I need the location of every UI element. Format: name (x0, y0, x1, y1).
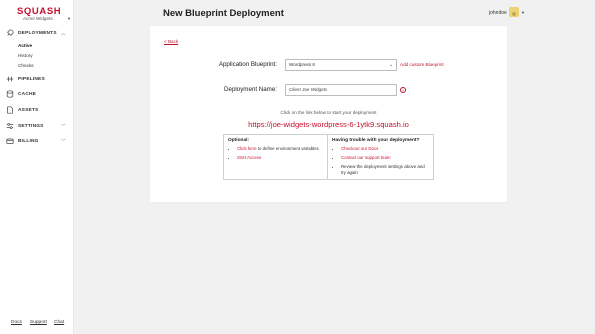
trouble-section: Having trouble with your deployment? Che… (328, 135, 433, 179)
blueprint-label: Application Blueprint: (218, 61, 277, 68)
support-team-link[interactable]: Contact our support team (341, 155, 391, 160)
sidebar-item-pipelines[interactable]: PIPELINES (6, 74, 70, 84)
list-item: Checkout our Docs (341, 146, 429, 152)
docs-link[interactable]: Checkout our Docs (341, 146, 378, 151)
sidebar-item-label: SETTINGS (18, 123, 44, 129)
deployment-card: < Back Application Blueprint: Wordpress … (150, 26, 507, 202)
avatar[interactable] (509, 7, 519, 17)
chevron-up-icon: ︿ (60, 30, 66, 37)
rocket-icon (7, 29, 14, 36)
sliders-icon (6, 123, 14, 129)
list-item: SSH Access (237, 155, 323, 161)
org-selector[interactable]: Acme Widgets (23, 16, 71, 21)
file-icon (7, 106, 13, 114)
caret-down-icon[interactable]: ▼ (67, 16, 71, 21)
env-vars-link[interactable]: Click here (237, 146, 257, 151)
sidebar-item-deployments[interactable]: DEPLOYMENTS ︿ (6, 28, 70, 38)
page-title: New Blueprint Deployment (163, 8, 284, 19)
blueprint-select[interactable]: Wordpress 6 ⌄ (285, 59, 397, 71)
username[interactable]: johndoe (489, 10, 507, 16)
deployment-hint: Click on the link below to start your de… (280, 110, 377, 115)
ssh-access-link[interactable]: SSH Access (237, 155, 261, 160)
credit-card-icon (6, 138, 14, 144)
sidebar-item-label: PIPELINES (18, 76, 45, 82)
optional-section: Optional: Click here to define environme… (224, 135, 328, 179)
sidebar-subitem-history[interactable]: History (18, 53, 33, 58)
sidebar-subitem-checks[interactable]: Checks (18, 63, 34, 68)
sidebar-item-billing[interactable]: BILLING ﹀ (6, 136, 70, 146)
footer-support-link[interactable]: Support (30, 320, 47, 325)
deployment-name-label: Deployment Name: (224, 86, 277, 93)
chevron-down-icon: ﹀ (60, 123, 66, 130)
optional-title: Optional: (228, 138, 250, 143)
user-avatar-icon (512, 12, 516, 16)
list-item: Contact our support team (341, 155, 429, 161)
list-item: Click here to define environment variabl… (237, 146, 323, 152)
sidebar-item-label: ASSETS (18, 107, 39, 113)
deployment-url-link[interactable]: https://joe-widgets-wordpress-6-1ytk9.sq… (150, 120, 507, 129)
trouble-title: Having trouble with your deployment? (332, 138, 420, 143)
pipeline-icon (6, 76, 14, 82)
help-icon[interactable]: ? (400, 87, 406, 93)
sidebar-item-assets[interactable]: ASSETS (6, 105, 70, 115)
deployment-info-box: Optional: Click here to define environme… (223, 134, 434, 180)
footer-docs-link[interactable]: Docs (11, 320, 22, 325)
blueprint-select-value: Wordpress 6 (289, 62, 315, 67)
chevron-down-icon: ﹀ (60, 138, 66, 145)
sidebar: SQUASH Acme Widgets ▼ DEPLOYMENTS ︿ Acti… (0, 0, 74, 334)
sidebar-item-settings[interactable]: SETTINGS ﹀ (6, 121, 70, 131)
sidebar-subitem-active[interactable]: Active (18, 43, 32, 48)
sidebar-item-label: DEPLOYMENTS (18, 30, 57, 36)
list-item: Review the deployment settings above and… (341, 164, 429, 176)
deployment-name-input[interactable]: Client Joe Widgets (285, 84, 397, 96)
sidebar-item-label: CACHE (18, 91, 37, 97)
back-link[interactable]: < Back (164, 39, 178, 44)
sidebar-item-cache[interactable]: CACHE (6, 89, 70, 99)
footer-chat-link[interactable]: Chat (54, 320, 64, 325)
caret-down-icon[interactable]: ▼ (521, 10, 525, 15)
database-icon (6, 90, 14, 98)
chevron-down-icon: ⌄ (388, 62, 393, 68)
add-custom-blueprint-link[interactable]: Add custom Blueprint (400, 62, 444, 67)
sidebar-item-label: BILLING (18, 138, 39, 144)
